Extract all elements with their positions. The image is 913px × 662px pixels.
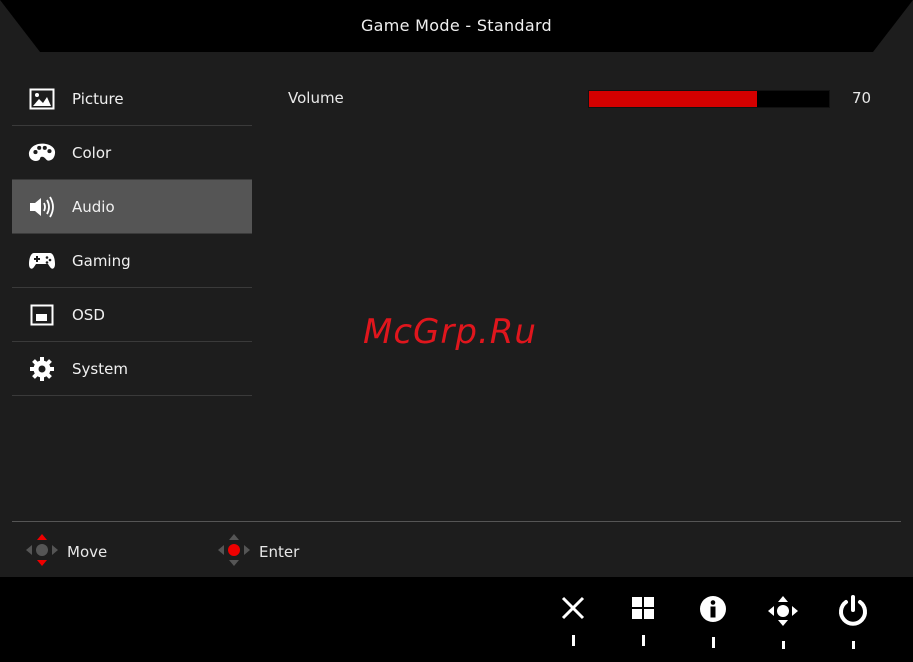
sidebar-item-system[interactable]: System xyxy=(12,342,252,396)
palette-icon xyxy=(28,139,56,167)
sidebar-item-picture[interactable]: Picture xyxy=(12,72,252,126)
power-key[interactable] xyxy=(833,595,873,649)
volume-value: 70 xyxy=(852,89,872,107)
navigate-key[interactable] xyxy=(763,595,803,649)
sidebar-item-label: Audio xyxy=(72,197,115,216)
sidebar: Picture Color Audio Gaming OSD System xyxy=(12,72,252,396)
sidebar-item-gaming[interactable]: Gaming xyxy=(12,234,252,288)
sidebar-item-audio[interactable]: Audio xyxy=(12,180,252,234)
sidebar-item-label: OSD xyxy=(72,305,105,324)
gear-icon xyxy=(28,355,56,383)
info-icon xyxy=(699,595,727,627)
audio-settings-panel: Volume 70 xyxy=(270,72,890,124)
osd-icon xyxy=(28,301,56,329)
hint-move: Move xyxy=(25,533,107,571)
power-icon xyxy=(837,595,869,631)
picture-icon xyxy=(28,85,56,113)
menu-grid-icon xyxy=(630,595,656,625)
key-marker xyxy=(571,635,575,646)
hint-enter: Enter xyxy=(217,533,299,571)
divider xyxy=(12,521,901,522)
volume-slider[interactable] xyxy=(588,90,830,108)
move-key-icon xyxy=(25,533,59,571)
hint-enter-label: Enter xyxy=(259,543,300,561)
speaker-icon xyxy=(28,193,56,221)
page-title: Game Mode - Standard xyxy=(360,16,553,35)
close-icon xyxy=(560,595,586,625)
enter-key-icon xyxy=(217,533,251,571)
volume-label: Volume xyxy=(288,89,344,107)
sidebar-item-label: Picture xyxy=(72,89,124,108)
sidebar-item-label: System xyxy=(72,359,128,378)
key-marker xyxy=(641,635,645,646)
menu-key[interactable] xyxy=(623,595,663,649)
volume-row[interactable]: Volume 70 xyxy=(270,72,890,124)
key-marker xyxy=(711,637,715,648)
sidebar-item-osd[interactable]: OSD xyxy=(12,288,252,342)
volume-slider-fill xyxy=(589,91,757,107)
info-key[interactable] xyxy=(693,595,733,649)
sidebar-item-label: Color xyxy=(72,143,112,162)
hardware-key-bar xyxy=(0,577,913,662)
hint-move-label: Move xyxy=(67,543,108,561)
gamepad-icon xyxy=(28,247,56,275)
sidebar-item-label: Gaming xyxy=(72,251,131,270)
close-key[interactable] xyxy=(553,595,593,649)
monitor-osd: Game Mode - Standard Picture Color Audio… xyxy=(0,0,913,662)
sidebar-item-color[interactable]: Color xyxy=(12,126,252,180)
key-marker xyxy=(851,641,855,649)
key-marker xyxy=(781,641,785,649)
navigate-icon xyxy=(767,595,799,631)
watermark: McGrp.Ru xyxy=(363,312,537,352)
